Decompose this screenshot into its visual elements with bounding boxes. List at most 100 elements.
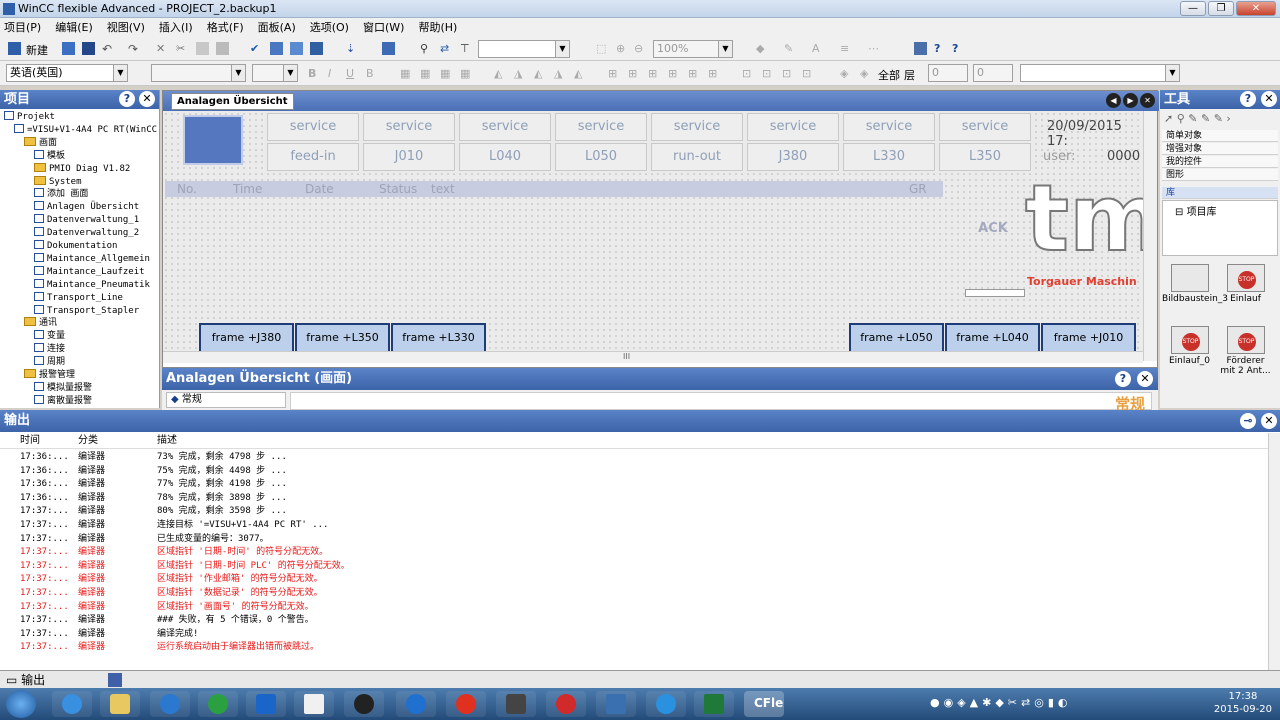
output-row[interactable]: 17:37:... 编译器 区域指针 '作业邮箱' 的符号分配无效。	[0, 573, 1268, 587]
tools-cat-mycontrols[interactable]: 我的控件	[1162, 156, 1278, 168]
tab-close-icon[interactable]: ✕	[1140, 93, 1155, 108]
taskbar-app-w[interactable]	[294, 691, 334, 717]
ungroup-icon[interactable]: ⊡	[762, 67, 775, 80]
tree-node[interactable]: =VISU+V1-4A4 PC RT(WinCC f	[14, 123, 160, 137]
tab-analagen-uebersicht[interactable]: Analagen Übersicht	[171, 93, 294, 110]
rotate-left-icon[interactable]: ◭	[574, 67, 587, 80]
service-button-bottom[interactable]: J380	[747, 143, 839, 171]
zoom-combo[interactable]: 100% ▼	[653, 40, 733, 58]
delete-icon[interactable]: ✕	[156, 42, 169, 55]
find-icon[interactable]: ⚲	[420, 42, 433, 55]
project-close-icon[interactable]: ✕	[139, 91, 155, 107]
line-width-icon[interactable]: ⋯	[868, 42, 881, 55]
output-row[interactable]: 17:37:... 编译器 区域指针 '数据记录' 的符号分配无效。	[0, 587, 1268, 601]
underline-icon[interactable]: U	[346, 67, 359, 80]
font-size-combo[interactable]: ▼	[252, 64, 298, 82]
frame-button[interactable]: frame +J010SET000	[1041, 323, 1136, 351]
output-row[interactable]: 17:37:... 编译器 区域指针 '画面号' 的符号分配无效。	[0, 601, 1268, 615]
menu-faceplates[interactable]: 面板(A)	[258, 19, 296, 35]
taskbar-app-shape[interactable]	[546, 691, 586, 717]
taskbar-clock[interactable]: 17:38 2015-09-20	[1214, 690, 1272, 716]
output-col-time[interactable]: 时间	[20, 433, 40, 449]
lib-item-einlauf-0[interactable]: STOP Einlauf_0	[1162, 326, 1217, 366]
flip-icon[interactable]: ◮	[514, 67, 527, 80]
output-col-description[interactable]: 描述	[157, 433, 177, 449]
menu-format[interactable]: 格式(F)	[207, 19, 244, 35]
rotate-icon[interactable]: ◭	[494, 67, 507, 80]
taskbar-qq[interactable]	[344, 691, 384, 717]
bring-front-icon[interactable]: ⊡	[782, 67, 795, 80]
italic-icon[interactable]: I	[328, 67, 341, 80]
distribute-icon[interactable]: ⊞	[608, 67, 621, 80]
runtime-icon[interactable]	[310, 42, 323, 55]
output-col-category[interactable]: 分类	[78, 433, 98, 449]
replace-icon[interactable]: ⇄	[440, 42, 453, 55]
menu-view[interactable]: 视图(V)	[107, 19, 145, 35]
frame-button[interactable]: frame +L350SET000	[295, 323, 390, 351]
layer-spin-1[interactable]: 0	[928, 64, 968, 82]
library-icon[interactable]	[914, 42, 927, 55]
zoom-in-icon[interactable]: ⊕	[616, 42, 629, 55]
tree-node[interactable]: Transport_Stapler	[34, 304, 139, 318]
restore-button[interactable]: ❐	[1208, 1, 1234, 16]
redo-icon[interactable]: ↷	[128, 42, 141, 56]
frame-button[interactable]: frame +J380SET000	[199, 323, 294, 351]
taskbar-app-pen[interactable]	[496, 691, 536, 717]
tree-node[interactable]: System	[34, 175, 82, 189]
properties-group-general[interactable]: ◆ 常规	[166, 392, 286, 408]
hscroll-thumb[interactable]: III	[623, 352, 630, 361]
tab-prev-icon[interactable]: ◀	[1106, 93, 1121, 108]
cut-icon[interactable]: ✂	[176, 42, 189, 55]
tree-node[interactable]: Datenverwaltung_1	[34, 214, 139, 227]
screen-canvas[interactable]: service feed-in service J010 service L040 serv…	[163, 111, 1143, 351]
service-button-top[interactable]: service	[939, 113, 1031, 141]
distribute-v-icon[interactable]: ⊞	[648, 67, 661, 80]
tools-mini-toolbar[interactable]: ➚ ⚲ ✎ ✎ ✎ ›	[1164, 112, 1278, 128]
zoom-area-icon[interactable]: ⬚	[596, 42, 609, 55]
copy-icon[interactable]	[196, 42, 209, 55]
tree-node[interactable]: Transport_Line	[34, 291, 123, 305]
menu-window[interactable]: 窗口(W)	[363, 19, 404, 35]
menu-options[interactable]: 选项(O)	[310, 19, 349, 35]
output-close-icon[interactable]: ✕	[1261, 413, 1277, 429]
status-output-tab[interactable]: ▭ 输出	[6, 671, 45, 689]
tree-node[interactable]: 模板	[34, 149, 65, 163]
service-button-bottom[interactable]: L050	[555, 143, 647, 171]
menu-edit[interactable]: 编辑(E)	[55, 19, 93, 35]
save-icon[interactable]	[82, 42, 95, 55]
taskbar-app-m[interactable]	[246, 691, 286, 717]
layer-spin-2[interactable]: 0	[973, 64, 1013, 82]
tools-cat-graphics[interactable]: 图形	[1162, 169, 1278, 181]
start-button[interactable]	[6, 690, 36, 718]
output-vscroll[interactable]	[1268, 433, 1280, 670]
send-back-icon[interactable]: ⊡	[802, 67, 815, 80]
mirror-icon[interactable]: ◭	[534, 67, 547, 80]
taskbar-excel[interactable]	[694, 691, 734, 717]
group-icon[interactable]: ⊡	[742, 67, 755, 80]
service-button-top[interactable]: service	[267, 113, 359, 141]
frame-button[interactable]: frame +L040SET000	[945, 323, 1040, 351]
service-button-bottom[interactable]: L040	[459, 143, 551, 171]
same-size-icon[interactable]: ⊞	[708, 67, 721, 80]
system-tray-icons[interactable]: ●◉◈▲✱◆✂⇄◎▮◐	[930, 696, 1150, 712]
align-left-icon[interactable]: ▦	[400, 67, 413, 80]
menu-help[interactable]: 帮助(H)	[418, 19, 457, 35]
output-row[interactable]: 17:37:... 编译器 ### 失败，有 5 个错误，0 个警告。	[0, 614, 1268, 628]
service-button-top[interactable]: service	[843, 113, 935, 141]
new-project-icon[interactable]	[8, 42, 21, 55]
bold-icon[interactable]: B	[308, 67, 321, 80]
output-row[interactable]: 17:36:... 编译器 77% 完成，剩余 4198 步 ...	[0, 478, 1268, 492]
new-button-label[interactable]: 新建	[26, 42, 48, 58]
distribute-h-icon[interactable]: ⊞	[628, 67, 641, 80]
text-style-icon[interactable]: B	[366, 67, 379, 80]
tree-node[interactable]: 通讯	[24, 317, 57, 330]
undo-icon[interactable]: ↶	[102, 42, 115, 56]
output-row[interactable]: 17:36:... 编译器 78% 完成，剩余 3898 步 ...	[0, 492, 1268, 506]
taskbar-app-eye[interactable]	[198, 691, 238, 717]
alarm-view-header[interactable]: No. Time Date Status text GR	[165, 181, 943, 197]
same-height-icon[interactable]: ⊞	[688, 67, 701, 80]
output-row[interactable]: 17:37:... 编译器 区域指针 '日期-时间 PLC' 的符号分配无效。	[0, 560, 1268, 574]
taskbar-wincc[interactable]: CFle	[744, 691, 784, 717]
taskbar-explorer[interactable]	[100, 691, 140, 717]
tools-cat-library[interactable]: 库	[1162, 187, 1278, 199]
